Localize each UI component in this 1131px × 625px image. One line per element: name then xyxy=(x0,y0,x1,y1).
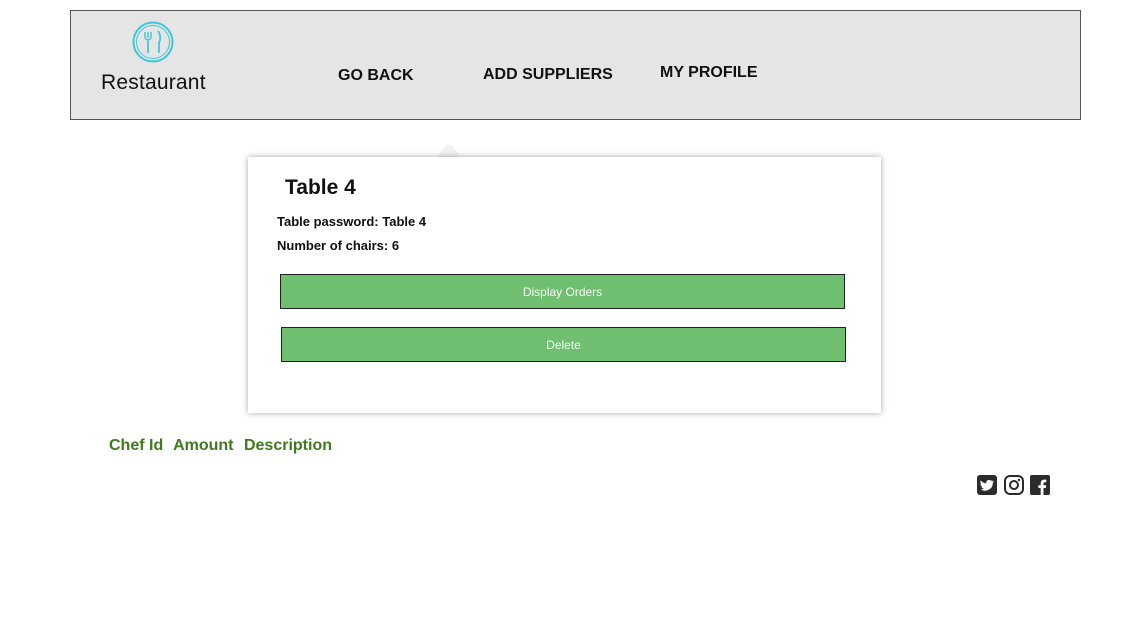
nav-my-profile[interactable]: MY PROFILE xyxy=(660,64,758,82)
column-amount: Amount xyxy=(173,437,234,454)
table-password-row: Table password: Table 4 xyxy=(277,214,426,229)
column-description: Description xyxy=(243,437,332,454)
chairs-count-label: Number of chairs: xyxy=(277,238,389,253)
popover-caret xyxy=(438,146,460,157)
restaurant-logo[interactable]: Restaurant xyxy=(101,21,211,105)
table-detail-card: Table 4 Table password: Table 4 Number o… xyxy=(248,157,881,413)
top-navbar: Restaurant GO BACK ADD SUPPLIERS MY PROF… xyxy=(70,10,1081,120)
delete-button[interactable]: Delete xyxy=(281,327,846,362)
table-password-value: Table 4 xyxy=(382,214,427,229)
logo-text: Restaurant xyxy=(101,71,206,94)
instagram-icon[interactable] xyxy=(1003,474,1025,496)
nav-add-suppliers[interactable]: ADD SUPPLIERS xyxy=(483,66,613,84)
orders-table-header: Chef Id Amount Description xyxy=(109,437,338,455)
table-password-label: Table password: xyxy=(277,214,379,229)
facebook-icon[interactable] xyxy=(1029,474,1051,496)
chairs-count-row: Number of chairs: 6 xyxy=(277,238,399,253)
nav-go-back[interactable]: GO BACK xyxy=(338,67,414,85)
column-chef-id: Chef Id xyxy=(109,437,164,454)
twitter-icon[interactable] xyxy=(976,474,998,496)
chairs-count-value: 6 xyxy=(391,238,400,253)
fork-knife-icon xyxy=(132,21,174,63)
display-orders-button[interactable]: Display Orders xyxy=(280,274,845,309)
table-title: Table 4 xyxy=(285,176,356,199)
